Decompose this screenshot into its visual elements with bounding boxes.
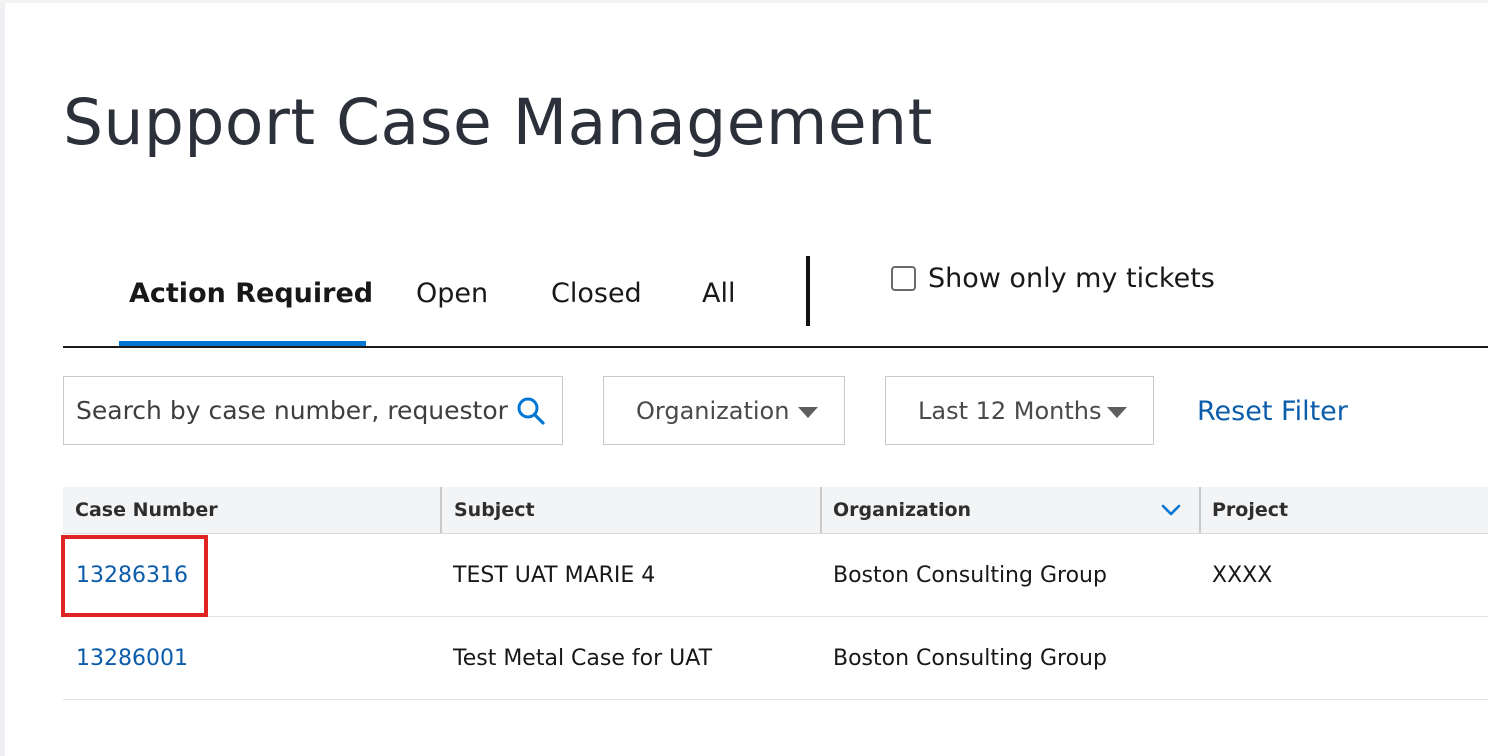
table-header: Case Number Subject Organization Project (63, 487, 1488, 534)
table-row: 13286316 TEST UAT MARIE 4 Boston Consult… (61, 534, 1488, 617)
column-header-project[interactable]: Project (1212, 487, 1288, 533)
column-header-subject[interactable]: Subject (454, 487, 535, 533)
case-subject: Test Metal Case for UAT (453, 645, 713, 671)
caret-down-icon (798, 407, 818, 418)
case-organization: Boston Consulting Group (833, 645, 1107, 671)
case-subject: TEST UAT MARIE 4 (453, 562, 656, 588)
case-search-input[interactable] (76, 396, 516, 425)
caret-down-icon (1107, 407, 1127, 418)
column-resize-handle[interactable] (1199, 487, 1201, 533)
tab-closed[interactable]: Closed (551, 240, 642, 346)
case-tabs: Action Required Open Closed All Show onl… (63, 240, 1488, 348)
cases-table: Case Number Subject Organization Project… (61, 487, 1488, 700)
date-range-dropdown-label: Last 12 Months (918, 396, 1102, 425)
window-top-edge (0, 0, 1488, 3)
window-left-edge (0, 0, 5, 756)
chevron-down-icon[interactable] (1160, 501, 1182, 519)
search-icon[interactable] (516, 396, 546, 426)
column-header-case-number[interactable]: Case Number (75, 487, 218, 533)
case-search-box (63, 376, 563, 445)
date-range-dropdown[interactable]: Last 12 Months (885, 376, 1154, 445)
show-my-tickets-toggle[interactable]: Show only my tickets (891, 260, 1215, 296)
tab-action-required[interactable]: Action Required (129, 240, 373, 346)
active-tab-indicator (119, 341, 366, 346)
organization-dropdown-label: Organization (636, 396, 790, 425)
organization-dropdown[interactable]: Organization (603, 376, 845, 445)
tab-all[interactable]: All (702, 240, 735, 346)
case-project: XXXX (1212, 562, 1273, 588)
show-my-tickets-checkbox[interactable] (891, 265, 916, 291)
column-resize-handle[interactable] (820, 487, 822, 533)
page-title: Support Case Management (63, 86, 933, 159)
tab-open[interactable]: Open (416, 240, 488, 346)
case-number-link[interactable]: 13286001 (76, 646, 188, 671)
case-number-link[interactable]: 13286316 (76, 563, 188, 588)
table-row: 13286001 Test Metal Case for UAT Boston … (63, 617, 1488, 700)
case-organization: Boston Consulting Group (833, 562, 1107, 588)
reset-filter-link[interactable]: Reset Filter (1197, 396, 1348, 427)
column-header-organization[interactable]: Organization (833, 487, 971, 533)
tab-divider (806, 256, 810, 326)
column-resize-handle[interactable] (440, 487, 442, 533)
show-my-tickets-label: Show only my tickets (928, 262, 1215, 294)
